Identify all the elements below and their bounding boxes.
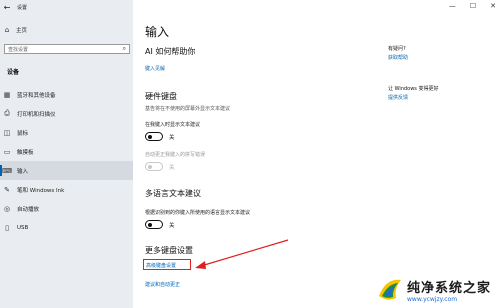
- watermark-text: 纯净系统之家 www.ycwjzy.com: [407, 277, 491, 303]
- autocorrect-toggle[interactable]: [145, 162, 163, 171]
- section-heading: 设备: [7, 69, 20, 76]
- maximize-icon[interactable]: ☐: [470, 2, 476, 10]
- sidebar-nav: ▦ 蓝牙和其他设备 ⎙ 打印机和扫描仪 ◫ 鼠标 ▭ 触摸板 ⌨ 输入 ✎ 笔和 Windows In…: [0, 85, 133, 237]
- advanced-keyboard-settings-link[interactable]: 高级键盘设置: [146, 262, 176, 269]
- sidebar-item-label: USB: [17, 224, 29, 231]
- feedback-section: 让 Windows 变得更好 提供反馈: [388, 85, 439, 101]
- help-title: 有疑问?: [388, 46, 406, 52]
- hardware-keyboard-heading: 硬件键盘: [145, 92, 177, 101]
- printer-icon: ⎙: [4, 109, 10, 117]
- sidebar-item-label: 自动播放: [17, 206, 40, 213]
- bluetooth-devices-icon: ▦: [3, 90, 11, 99]
- toggle-state-label: 关: [169, 165, 175, 171]
- app-title: 设置: [17, 4, 28, 11]
- title-bar: ← 设置: [0, 0, 133, 14]
- sidebar-item-8[interactable]: ▯ USB: [0, 218, 133, 237]
- more-keyboard-settings-heading: 更多键盘设置: [145, 246, 193, 255]
- page-title: 输入: [145, 25, 170, 39]
- give-feedback-link[interactable]: 提供反馈: [388, 94, 439, 101]
- multilingual-description: 根据识别到的你键入所使用的语言显示文本建议: [145, 210, 251, 216]
- window-controls: — ☐ ✕: [449, 2, 496, 10]
- watermark: 纯净系统之家 www.ycwjzy.com: [376, 274, 498, 306]
- sidebar-item-1[interactable]: ▦ 蓝牙和其他设备: [0, 85, 133, 104]
- search-placeholder: 查找设置: [8, 46, 29, 53]
- search-input[interactable]: 查找设置 ⌕: [4, 44, 130, 54]
- ai-heading: AI 如何帮助你: [145, 47, 196, 56]
- multilingual-toggle[interactable]: [145, 220, 163, 229]
- suggestions-autocorrect-link[interactable]: 建议和自动更正: [145, 281, 180, 288]
- hardware-keyboard-description: 基告将在不使用的屏幕外显示文本建议: [145, 106, 231, 112]
- sidebar-item-7[interactable]: ◎ 自动播放: [0, 199, 133, 218]
- improve-windows-title: 让 Windows 变得更好: [388, 86, 439, 92]
- home-icon: ⌂: [4, 26, 10, 34]
- red-arrow-annotation: [195, 239, 289, 269]
- text-suggestions-toggle[interactable]: [145, 132, 163, 141]
- touchpad-icon: ▭: [3, 147, 11, 156]
- watermark-logo-icon: [376, 276, 404, 304]
- search-icon: ⌕: [122, 45, 126, 52]
- sidebar-item-label: 蓝牙和其他设备: [17, 92, 56, 99]
- sidebar-item-label: 触摸板: [17, 149, 34, 156]
- sidebar-item-label: 鼠标: [17, 130, 29, 137]
- pen-icon: ✎: [4, 185, 10, 194]
- sidebar-item-2[interactable]: ⎙ 打印机和扫描仪: [0, 104, 133, 123]
- typing-insights-link[interactable]: 键入见解: [145, 65, 165, 72]
- sidebar-item-6[interactable]: ✎ 笔和 Windows Ink: [0, 180, 133, 199]
- sidebar-item-3[interactable]: ◫ 鼠标: [0, 123, 133, 142]
- autocorrect-setting-label: 自动更正我键入的拼写错误: [145, 152, 206, 158]
- keyboard-icon: ⌨: [1, 166, 13, 175]
- sidebar-item-5[interactable]: ⌨ 输入: [0, 161, 133, 180]
- sidebar: ← 设置 ⌂ 主页 查找设置 ⌕ 设备 ▦ 蓝牙和其他设备 ⎙ 打印机和扫描仪 ◫ 鼠标 ▭…: [0, 0, 133, 308]
- text-suggestions-setting-label: 在我键入时显示文本建议: [145, 122, 201, 128]
- sidebar-item-label: 主页: [16, 28, 28, 34]
- sidebar-item-home[interactable]: ⌂ 主页: [0, 23, 133, 37]
- mouse-icon: ◫: [3, 128, 11, 137]
- minimize-icon[interactable]: —: [449, 2, 456, 10]
- sidebar-item-label: 笔和 Windows Ink: [17, 187, 65, 194]
- sidebar-item-label: 打印机和扫描仪: [17, 111, 56, 118]
- get-help-link[interactable]: 获取帮助: [388, 54, 408, 61]
- toggle-state-label: 关: [169, 135, 175, 141]
- help-section: 有疑问? 获取帮助: [388, 45, 408, 61]
- usb-icon: ▯: [5, 223, 9, 232]
- watermark-url: www.ycwjzy.com: [407, 296, 458, 303]
- close-icon[interactable]: ✕: [490, 2, 496, 10]
- watermark-title: 纯净系统之家: [407, 281, 492, 296]
- main-content: — ☐ ✕ 输入 AI 如何帮助你 键入见解 硬件键盘 基告将在不使用的屏幕外显…: [133, 0, 500, 308]
- toggle-state-label: 关: [169, 223, 175, 229]
- multilingual-heading: 多语言文本建议: [145, 189, 201, 198]
- sidebar-item-4[interactable]: ▭ 触摸板: [0, 142, 133, 161]
- sidebar-item-label: 输入: [17, 168, 29, 175]
- back-arrow-icon[interactable]: ←: [0, 3, 14, 12]
- autoplay-icon: ◎: [3, 204, 11, 213]
